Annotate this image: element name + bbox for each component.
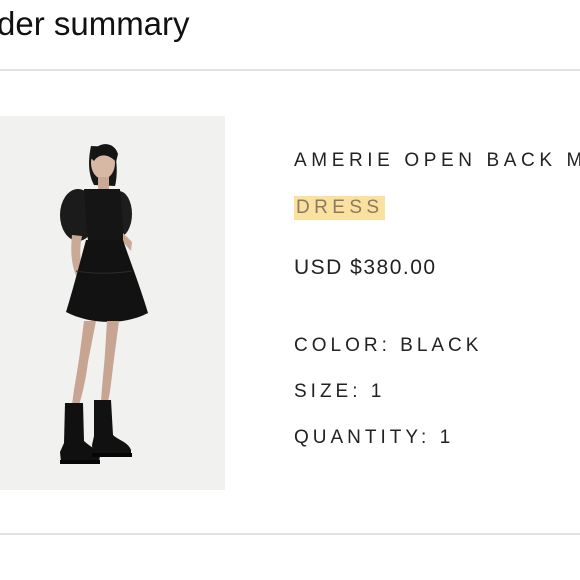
product-price: USD $380.00	[294, 256, 437, 279]
product-image[interactable]	[0, 116, 225, 490]
footer-divider	[0, 533, 580, 535]
page-title: rder summary	[0, 5, 190, 42]
quantity-label: QUANTITY:	[294, 427, 431, 448]
size-row: SIZE: 1	[294, 381, 385, 403]
color-label: COLOR:	[294, 335, 391, 356]
dress-model-illustration	[0, 116, 225, 490]
quantity-value: 1	[439, 427, 455, 448]
color-row: COLOR: BLACK	[294, 335, 482, 357]
product-category: DRESS	[294, 196, 386, 220]
header-divider	[0, 69, 580, 71]
product-name[interactable]: AMERIE OPEN BACK M	[294, 150, 580, 172]
order-summary-page: rder summary AMERIE OPEN BACK M DRESS US…	[0, 0, 580, 580]
size-value: 1	[370, 381, 386, 402]
color-value: BLACK	[400, 335, 483, 356]
quantity-row: QUANTITY: 1	[294, 427, 454, 449]
size-label: SIZE:	[294, 381, 362, 402]
